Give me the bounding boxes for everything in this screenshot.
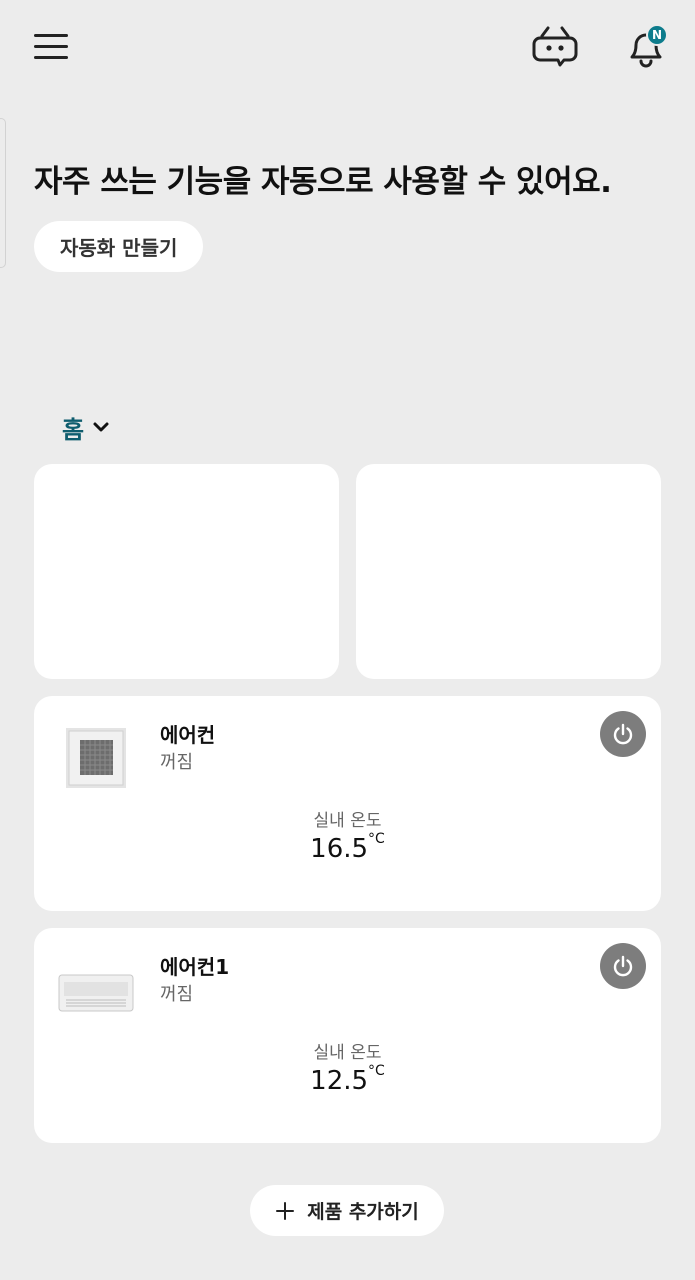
empty-card-right <box>356 464 661 679</box>
ceiling-cassette-ac-image <box>66 728 126 788</box>
chevron-down-icon <box>93 422 109 432</box>
indoor-temp-label: 실내 온도 <box>313 1043 382 1063</box>
device-card-aircon1[interactable]: 에어컨1 꺼짐 실내 온도 12.5°C <box>34 928 661 1143</box>
add-product-label: 제품 추가하기 <box>307 1201 419 1223</box>
power-button[interactable] <box>600 711 646 757</box>
hamburger-menu-icon[interactable] <box>34 32 70 64</box>
temp-number: 12.5 <box>310 1066 369 1096</box>
power-button[interactable] <box>600 943 646 989</box>
device-name: 에어컨 <box>160 723 216 747</box>
empty-card-left <box>34 464 339 679</box>
home-selector[interactable]: 홈 <box>62 408 110 446</box>
temp-unit: °C <box>368 1063 385 1080</box>
smartthings-home-screen: N 자주 쓰는 기능을 자동으로 사용할 수 있어요. 자동화 만들기 홈 에어… <box>0 0 695 1280</box>
indoor-temp-value: 12.5°C <box>34 1063 661 1096</box>
automation-headline: 자주 쓰는 기능을 자동으로 사용할 수 있어요. <box>34 164 612 200</box>
device-status: 꺼짐 <box>160 752 194 773</box>
temp-unit: °C <box>368 831 385 848</box>
temp-number: 16.5 <box>310 834 369 864</box>
home-selector-label: 홈 <box>62 415 85 444</box>
create-automation-button[interactable]: 자동화 만들기 <box>34 221 204 272</box>
device-status: 꺼짐 <box>160 984 194 1005</box>
notification-badge: N <box>646 24 668 46</box>
notification-bell-button[interactable]: N <box>622 22 670 70</box>
device-name: 에어컨1 <box>160 955 230 979</box>
indoor-temp-value: 16.5°C <box>34 831 661 864</box>
wall-mounted-ac-image <box>58 974 134 1012</box>
device-card-aircon[interactable]: 에어컨 꺼짐 실내 온도 16.5°C <box>34 696 661 911</box>
power-icon <box>613 955 633 977</box>
side-drawer-handle[interactable] <box>0 118 6 268</box>
plus-icon <box>276 1201 295 1220</box>
power-icon <box>613 723 633 745</box>
add-product-button[interactable]: 제품 추가하기 <box>250 1185 444 1236</box>
indoor-temp-label: 실내 온도 <box>313 811 382 831</box>
chatbot-icon[interactable] <box>532 24 578 68</box>
